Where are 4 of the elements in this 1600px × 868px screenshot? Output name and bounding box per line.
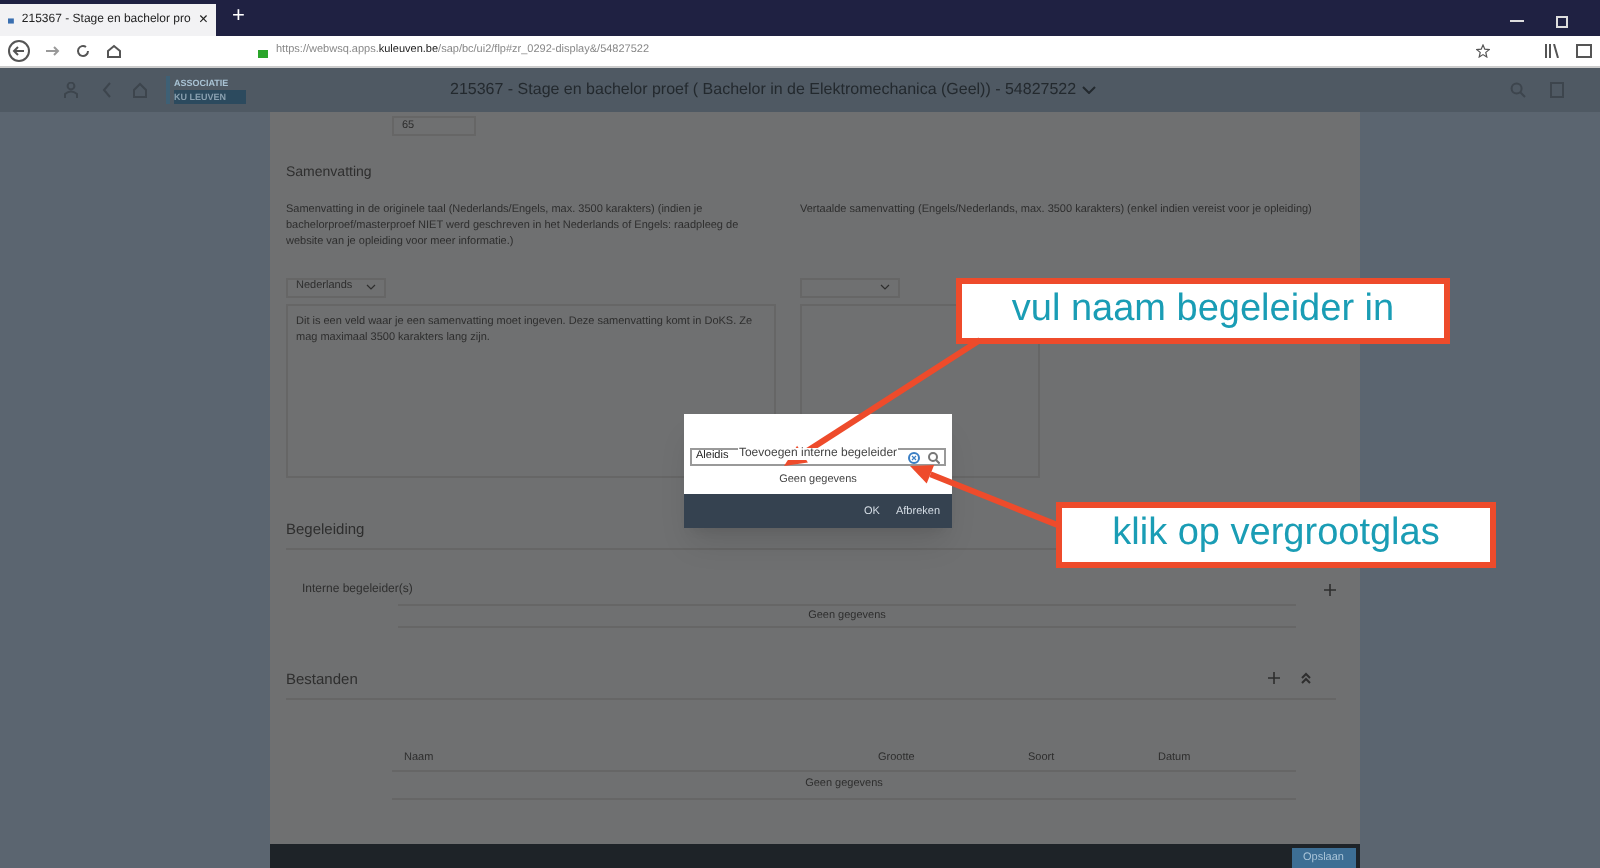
close-icon[interactable]: × — [198, 8, 208, 32]
new-tab-button[interactable]: + — [232, 0, 245, 32]
callout: klik op vergrootglas — [1056, 502, 1496, 568]
callout: vul naam begeleider in — [956, 278, 1450, 344]
